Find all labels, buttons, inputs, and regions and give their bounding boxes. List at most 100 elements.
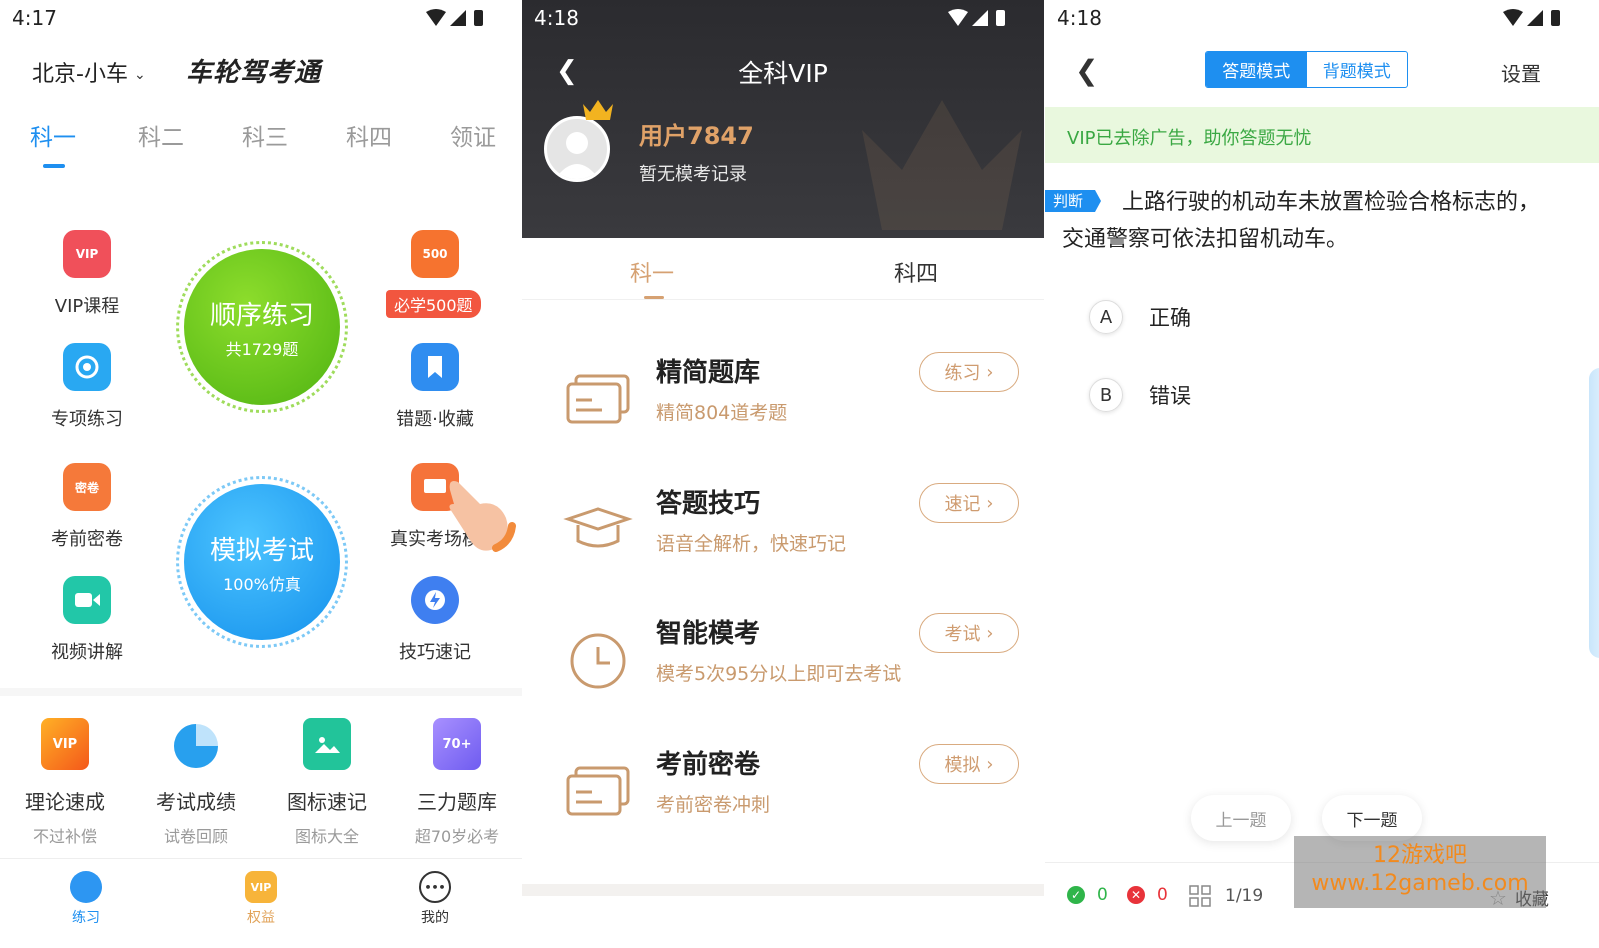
- app-logo: 车轮驾考通: [186, 58, 322, 88]
- progress-indicator[interactable]: 1/19: [1189, 885, 1263, 907]
- list-item[interactable]: 答题技巧 语音全解析，快速巧记 速记 ›: [522, 483, 1044, 603]
- system-status-icons: [1503, 9, 1560, 26]
- section-divider: [0, 688, 522, 696]
- bottom-divider: [522, 884, 1044, 896]
- next-question-button[interactable]: 下一题: [1322, 795, 1422, 841]
- progress-value: 1/19: [1225, 886, 1264, 906]
- vip-course-label: VIP课程: [54, 296, 120, 317]
- wrong-count-value: 0: [1157, 885, 1168, 905]
- seventy-plus-icon: 70+: [433, 718, 481, 770]
- must-learn-500-button[interactable]: 500: [375, 230, 495, 278]
- recite-mode-tab[interactable]: 背题模式: [1307, 52, 1408, 87]
- nav-benefits[interactable]: VIP 权益: [221, 871, 301, 927]
- pre-exam-paper-button[interactable]: 密卷 考前密卷: [27, 463, 147, 551]
- chevron-down-icon: ⌄: [133, 67, 146, 83]
- pointing-hand-icon: [449, 481, 516, 552]
- exam-scores-button[interactable]: 考试成绩 试卷回顾: [131, 718, 261, 847]
- list-item[interactable]: 智能模考 模考5次95分以上即可去考试 考试 ›: [522, 613, 1044, 733]
- system-status-icons: [426, 9, 483, 26]
- image-icon: [303, 718, 351, 770]
- row-title: 智能模考: [656, 619, 761, 649]
- watermark-line-2: www.12gameb.com: [1311, 871, 1529, 896]
- exam-button[interactable]: 考试 ›: [919, 613, 1019, 653]
- row-sub: 考前密卷冲刺: [656, 794, 771, 816]
- grid-icon: [1189, 885, 1211, 907]
- special-practice-label: 专项练习: [51, 409, 123, 430]
- vip-notice-banner: VIP已去除广告，助你答题无忧: [1045, 107, 1599, 163]
- tips-memo-label: 技巧速记: [399, 642, 471, 663]
- video-lesson-button[interactable]: 视频讲解: [27, 576, 147, 664]
- settings-button[interactable]: 设置: [1501, 58, 1541, 87]
- simulate-button[interactable]: 模拟 ›: [919, 744, 1019, 784]
- exam-paper-icon: [566, 766, 630, 816]
- exam-scores-title: 考试成绩: [156, 790, 236, 814]
- tips-memo-button[interactable]: 技巧速记: [375, 576, 495, 664]
- subject-tabs: 科一 科二 科三 科四 领证: [0, 118, 522, 178]
- question-type-tag: 判断: [1045, 190, 1102, 212]
- tab-license[interactable]: 领证: [450, 118, 496, 152]
- option-text: 正确: [1149, 306, 1191, 330]
- tab-subject-1[interactable]: 科一: [630, 256, 674, 288]
- vip-header: 4:18 ❮ 全科VIP 用户7847 暂无模考记录: [522, 0, 1044, 238]
- status-time: 4:17: [12, 6, 57, 30]
- nav-practice[interactable]: 练习: [46, 871, 126, 927]
- mode-switch: 答题模式 背题模式: [1205, 51, 1408, 88]
- answer-mode-tab[interactable]: 答题模式: [1206, 52, 1307, 87]
- graduation-cap-icon: [563, 507, 633, 548]
- status-bar: 4:18: [522, 0, 1044, 36]
- special-practice-button[interactable]: 专项练习: [27, 343, 147, 431]
- row-sub: 模考5次95分以上即可去考试: [656, 663, 902, 685]
- option-key: A: [1089, 300, 1123, 334]
- vip-crown-watermark-icon: [862, 100, 1022, 230]
- nav-practice-label: 练习: [72, 910, 100, 926]
- status-bar: 4:18: [1045, 0, 1599, 36]
- three-ability-bank-title: 三力题库: [417, 790, 497, 814]
- option-key: B: [1089, 378, 1123, 412]
- nav-mine[interactable]: ••• 我的: [395, 871, 475, 927]
- active-tab-indicator: [43, 164, 65, 168]
- option-text: 错误: [1149, 384, 1191, 408]
- mock-exam-button[interactable]: 模拟考试 100%仿真: [176, 476, 348, 648]
- theory-crash-course-button[interactable]: VIP 理论速成 不过补偿: [0, 718, 130, 847]
- exam-paper-icon: 密卷: [63, 463, 111, 511]
- sign-memo-button[interactable]: 图标速记 图标大全: [262, 718, 392, 847]
- practice-icon: [70, 871, 102, 903]
- list-item[interactable]: 精简题库 精简804道考题 练习 ›: [522, 352, 1044, 472]
- sign-memo-title: 图标速记: [287, 790, 367, 814]
- tab-subject-3[interactable]: 科三: [242, 118, 288, 152]
- avatar[interactable]: [544, 116, 610, 182]
- tab-subject-1[interactable]: 科一: [30, 118, 76, 152]
- row-sub: 精简804道考题: [656, 402, 788, 424]
- screen-vip: 4:18 ❮ 全科VIP 用户7847 暂无模考记录 科一 科四 精简题库 精简…: [522, 0, 1044, 948]
- bookmark-icon: [411, 343, 459, 391]
- question-text: 上路行驶的机动车未放置检验合格标志的，交通警察可依法扣留机动车。: [1062, 190, 1541, 252]
- profile-icon: •••: [419, 871, 451, 903]
- option-b[interactable]: B 错误: [1089, 375, 1191, 415]
- mock-exam-ring: [176, 476, 348, 648]
- sequential-practice-button[interactable]: 顺序练习 共1729题: [176, 241, 348, 413]
- bottom-nav: 练习 VIP 权益 ••• 我的: [0, 858, 522, 948]
- must-learn-500-icon: 500: [411, 230, 459, 278]
- vip-crown-icon: VIP: [245, 871, 277, 903]
- correct-count-value: 0: [1097, 885, 1108, 905]
- tab-subject-4[interactable]: 科四: [894, 256, 938, 288]
- row-title: 答题技巧: [656, 489, 761, 519]
- option-a[interactable]: A 正确: [1089, 297, 1191, 337]
- row-sub: 语音全解析，快速巧记: [656, 533, 847, 555]
- wrong-favorites-button[interactable]: 错题·收藏: [375, 343, 495, 431]
- memo-button[interactable]: 速记 ›: [919, 483, 1019, 523]
- theory-crash-course-sub: 不过补偿: [32, 827, 97, 846]
- tab-subject-4[interactable]: 科四: [346, 118, 392, 152]
- nav-benefits-label: 权益: [247, 910, 275, 926]
- vip-course-button[interactable]: VIP VIP课程: [27, 230, 147, 318]
- exam-scores-sub: 试卷回顾: [163, 827, 228, 846]
- list-item[interactable]: 考前密卷 考前密卷冲刺 模拟 ›: [522, 744, 1044, 864]
- vip-course-icon: VIP: [63, 230, 111, 278]
- screen-practice-home: 4:17 北京-小车 ⌄ 车轮驾考通 科一 科二 科三 科四 领证 VIP VIP…: [0, 0, 522, 948]
- prev-question-button[interactable]: 上一题: [1191, 795, 1291, 841]
- practice-button[interactable]: 练习 ›: [919, 352, 1019, 392]
- back-arrow-icon[interactable]: ❮: [1075, 54, 1098, 87]
- city-selector[interactable]: 北京-小车 ⌄: [32, 56, 146, 88]
- three-ability-bank-button[interactable]: 70+ 三力题库 超70岁必考: [392, 718, 522, 847]
- tab-subject-2[interactable]: 科二: [138, 118, 184, 152]
